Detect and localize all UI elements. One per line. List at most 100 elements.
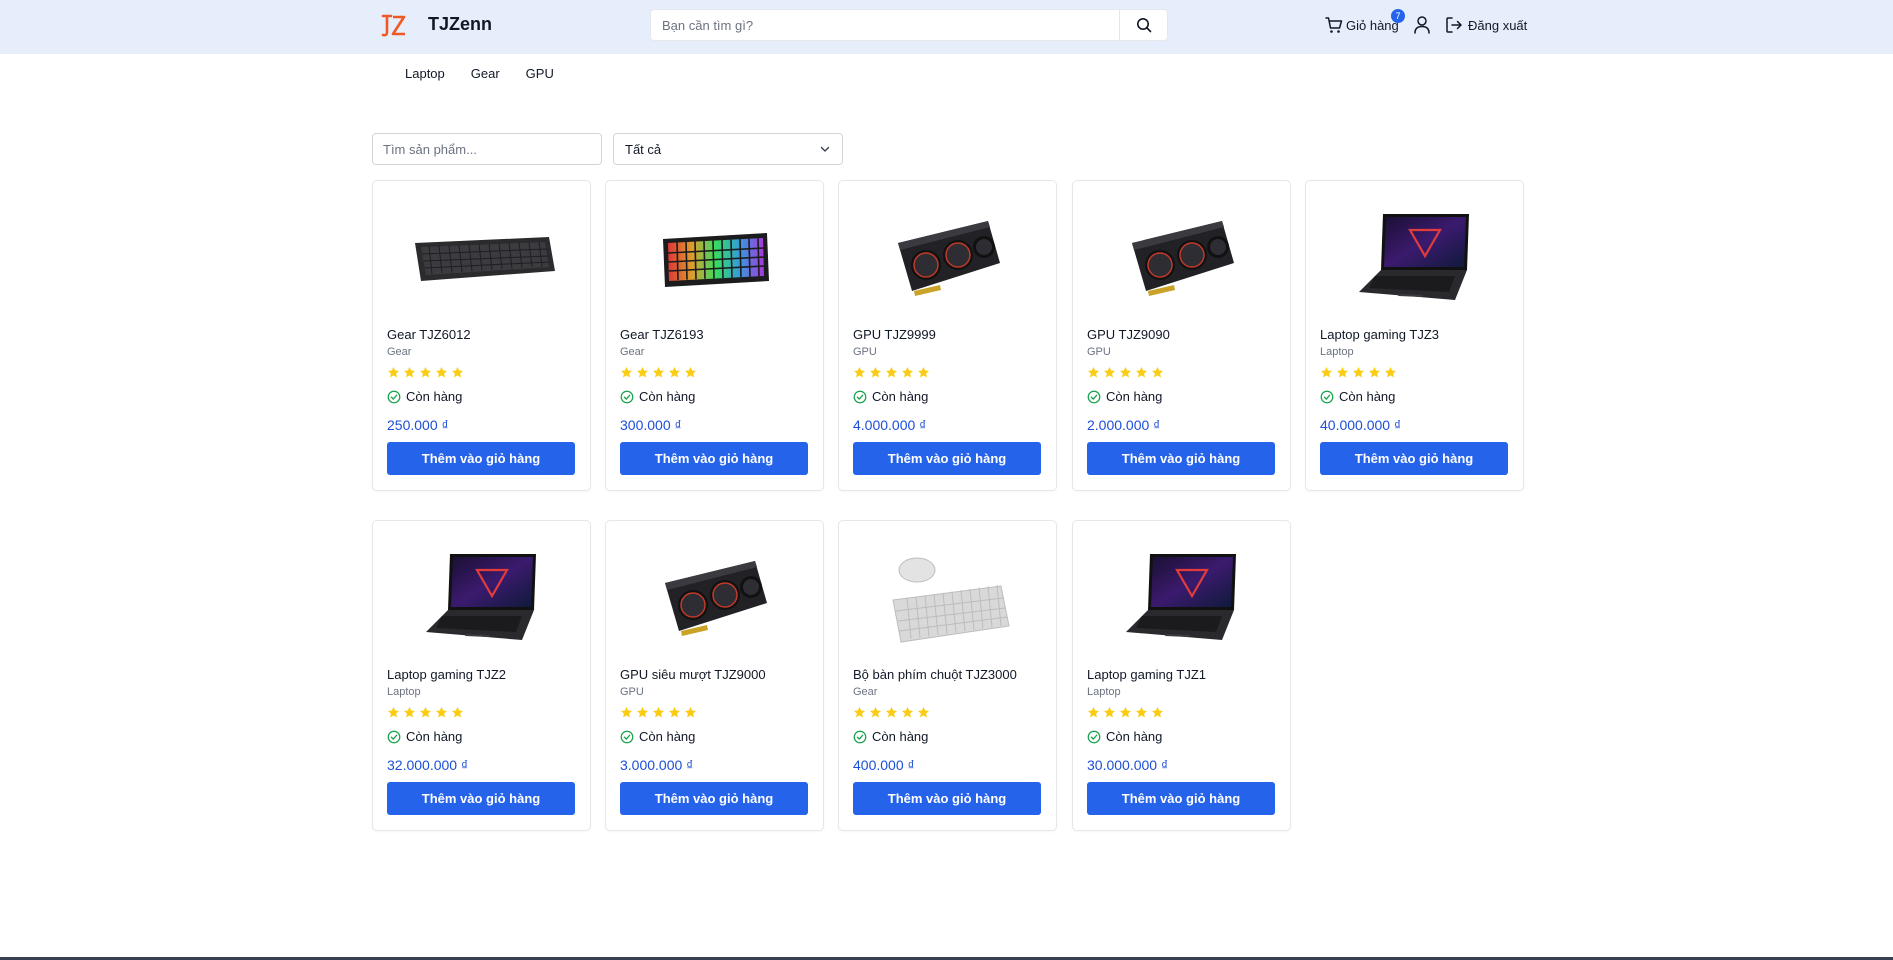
nav-item-laptop[interactable]: Laptop xyxy=(405,66,445,81)
star-icon xyxy=(387,366,400,378)
add-to-cart-button[interactable]: Thêm vào giỏ hàng xyxy=(853,782,1041,815)
add-to-cart-button[interactable]: Thêm vào giỏ hàng xyxy=(387,782,575,815)
product-category: Laptop xyxy=(1087,686,1121,698)
stock-status: Còn hàng xyxy=(620,729,695,744)
product-card[interactable]: GPU siêu mượt TJZ9000 GPU Còn hàng 3.000.00… xyxy=(605,520,824,831)
star-icon xyxy=(684,706,697,718)
product-card[interactable]: GPU TJZ9999 GPU Còn hàng 4.000.000 ₫ Thêm và… xyxy=(838,180,1057,491)
add-to-cart-button[interactable]: Thêm vào giỏ hàng xyxy=(1320,442,1508,475)
star-icon xyxy=(419,366,432,378)
star-icon xyxy=(853,366,866,378)
check-circle-icon xyxy=(1087,390,1101,403)
user-icon[interactable] xyxy=(1413,15,1431,35)
search-button[interactable] xyxy=(1119,10,1167,40)
product-rating xyxy=(853,366,930,379)
star-icon xyxy=(1103,366,1116,378)
product-name[interactable]: GPU TJZ9090 xyxy=(1087,327,1170,342)
stock-label: Còn hàng xyxy=(1339,389,1396,404)
product-rating xyxy=(1087,366,1164,379)
product-image[interactable] xyxy=(385,193,579,323)
star-icon xyxy=(1320,366,1333,378)
check-circle-icon xyxy=(387,390,401,403)
product-name[interactable]: GPU TJZ9999 xyxy=(853,327,936,342)
add-to-cart-button[interactable]: Thêm vào giỏ hàng xyxy=(853,442,1041,475)
product-card[interactable]: Gear TJZ6012 Gear Còn hàng 250.000 ₫ Thêm và… xyxy=(372,180,591,491)
star-icon xyxy=(451,366,464,378)
product-rating xyxy=(853,706,930,719)
stock-status: Còn hàng xyxy=(853,729,928,744)
logo-text[interactable]: TJZenn xyxy=(428,14,492,35)
star-icon xyxy=(636,706,649,718)
product-image[interactable] xyxy=(385,533,579,663)
stock-status: Còn hàng xyxy=(1320,389,1395,404)
header-search xyxy=(650,9,1168,41)
product-image[interactable] xyxy=(1085,533,1279,663)
product-rating xyxy=(1087,706,1164,719)
product-name[interactable]: Bộ bàn phím chuột TJZ3000 xyxy=(853,667,1017,682)
product-name[interactable]: Laptop gaming TJZ3 xyxy=(1320,327,1439,342)
check-circle-icon xyxy=(853,390,867,403)
add-to-cart-button[interactable]: Thêm vào giỏ hàng xyxy=(620,782,808,815)
nav-item-gpu[interactable]: GPU xyxy=(526,66,554,81)
product-image[interactable] xyxy=(851,193,1045,323)
category-nav: Laptop Gear GPU xyxy=(405,66,580,81)
product-price: 300.000 ₫ xyxy=(620,417,682,433)
check-circle-icon xyxy=(853,730,867,743)
cart-icon xyxy=(1325,17,1343,33)
star-icon xyxy=(1384,366,1397,378)
product-rating xyxy=(620,706,697,719)
product-name[interactable]: Gear TJZ6193 xyxy=(620,327,704,342)
star-icon xyxy=(901,706,914,718)
product-image[interactable] xyxy=(1318,193,1512,323)
product-name[interactable]: GPU siêu mượt TJZ9000 xyxy=(620,667,766,682)
star-icon xyxy=(451,706,464,718)
star-icon xyxy=(901,366,914,378)
star-icon xyxy=(668,706,681,718)
product-name[interactable]: Laptop gaming TJZ1 xyxy=(1087,667,1206,682)
product-name[interactable]: Gear TJZ6012 xyxy=(387,327,471,342)
product-card[interactable]: Bộ bàn phím chuột TJZ3000 Gear Còn hàng 400… xyxy=(838,520,1057,831)
star-icon xyxy=(1151,706,1164,718)
product-card[interactable]: Laptop gaming TJZ1 Laptop Còn hàng 30.000.0… xyxy=(1072,520,1291,831)
product-search-input[interactable] xyxy=(372,133,602,165)
add-to-cart-button[interactable]: Thêm vào giỏ hàng xyxy=(1087,782,1275,815)
product-card[interactable]: Laptop gaming TJZ2 Laptop Còn hàng 32.000.0… xyxy=(372,520,591,831)
product-price: 3.000.000 ₫ xyxy=(620,757,694,773)
product-category: Gear xyxy=(387,346,412,358)
chevron-down-icon xyxy=(820,146,830,152)
stock-status: Còn hàng xyxy=(620,389,695,404)
star-icon xyxy=(1151,366,1164,378)
product-image[interactable] xyxy=(851,533,1045,663)
tjz-logo-icon[interactable] xyxy=(381,13,407,39)
product-price: 400.000 ₫ xyxy=(853,757,915,773)
product-card[interactable]: GPU TJZ9090 GPU Còn hàng 2.000.000 ₫ Thêm và… xyxy=(1072,180,1291,491)
logout-icon xyxy=(1446,17,1462,33)
stock-status: Còn hàng xyxy=(387,389,462,404)
star-icon xyxy=(885,366,898,378)
star-icon xyxy=(853,706,866,718)
product-price: 4.000.000 ₫ xyxy=(853,417,927,433)
product-image[interactable] xyxy=(618,533,812,663)
nav-item-gear[interactable]: Gear xyxy=(471,66,500,81)
stock-label: Còn hàng xyxy=(639,729,696,744)
top-header: TJZenn Giỏ hàng 7 Đăng xuất xyxy=(0,0,1893,54)
add-to-cart-button[interactable]: Thêm vào giỏ hàng xyxy=(1087,442,1275,475)
product-image[interactable] xyxy=(618,193,812,323)
category-select[interactable]: Tất cả xyxy=(613,133,843,165)
logout-button[interactable]: Đăng xuất xyxy=(1445,15,1527,35)
product-card[interactable]: Laptop gaming TJZ3 Laptop Còn hàng 40.000.0… xyxy=(1305,180,1524,491)
product-category: GPU xyxy=(853,346,877,358)
add-to-cart-button[interactable]: Thêm vào giỏ hàng xyxy=(620,442,808,475)
star-icon xyxy=(652,706,665,718)
star-icon xyxy=(869,706,882,718)
product-name[interactable]: Laptop gaming TJZ2 xyxy=(387,667,506,682)
product-card[interactable]: Gear TJZ6193 Gear Còn hàng 300.000 ₫ Thêm và… xyxy=(605,180,824,491)
product-image[interactable] xyxy=(1085,193,1279,323)
star-icon xyxy=(1119,366,1132,378)
cart-button[interactable]: Giỏ hàng 7 xyxy=(1325,9,1405,35)
product-rating xyxy=(387,706,464,719)
product-rating xyxy=(620,366,697,379)
star-icon xyxy=(403,706,416,718)
add-to-cart-button[interactable]: Thêm vào giỏ hàng xyxy=(387,442,575,475)
header-search-input[interactable] xyxy=(651,10,1119,40)
